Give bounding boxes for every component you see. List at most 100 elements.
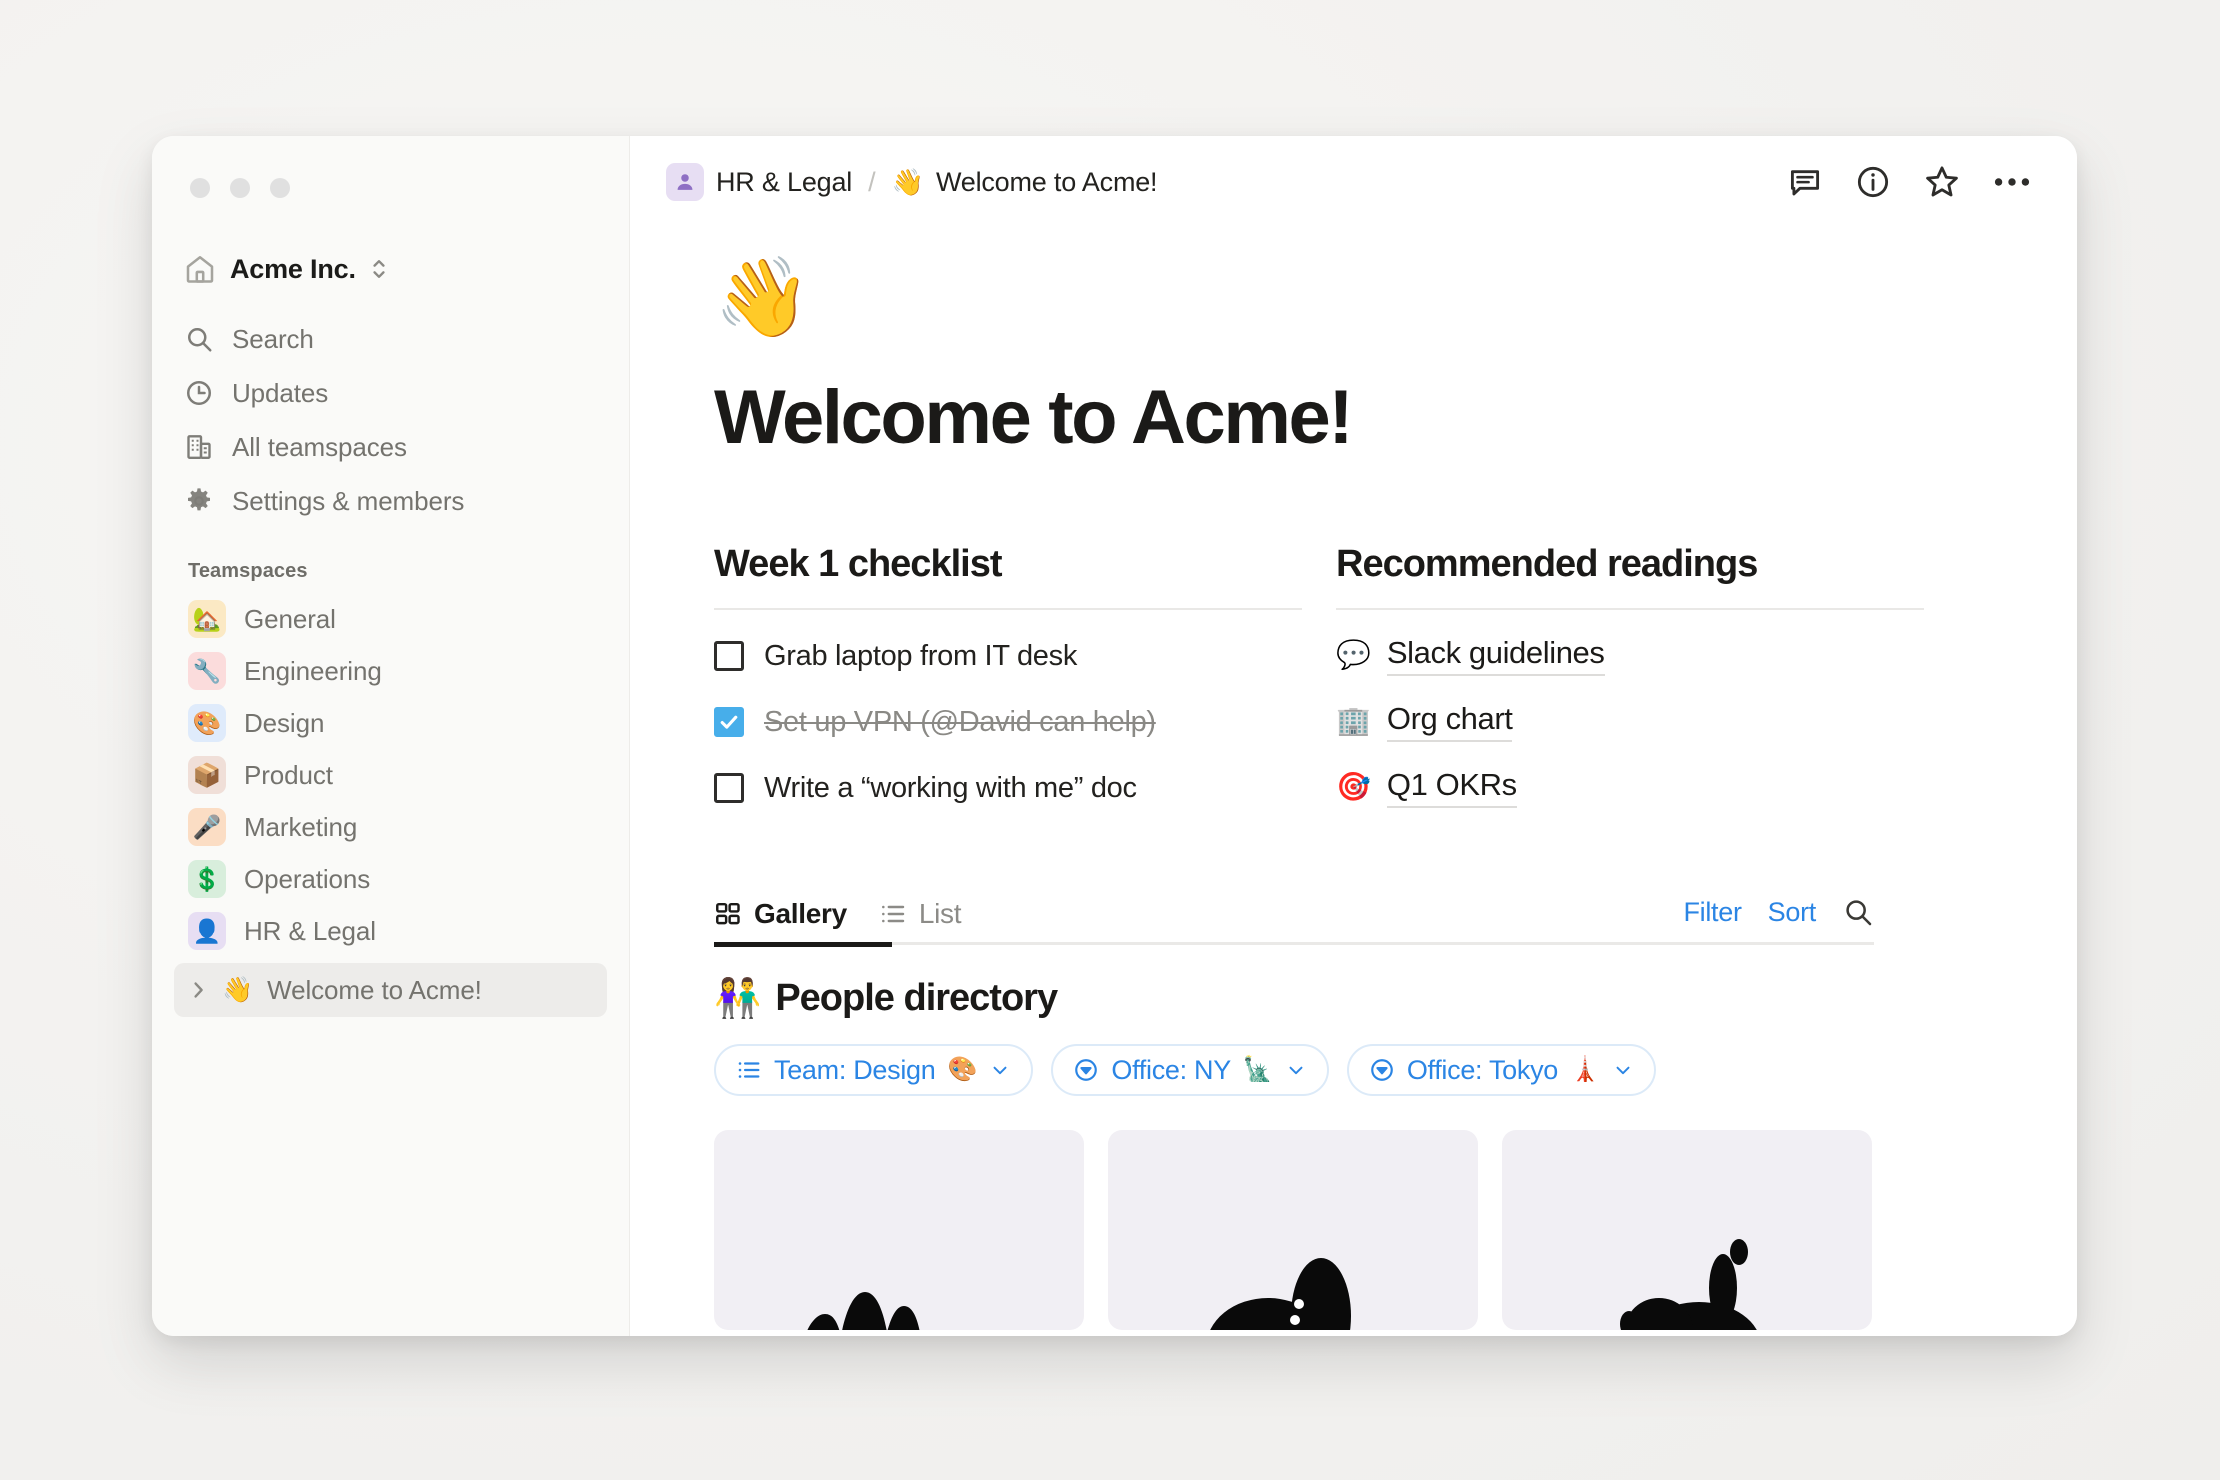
reading-link[interactable]: Q1 OKRs — [1386, 767, 1517, 808]
database-title: 👫 People directory — [714, 977, 2077, 1020]
gallery-card[interactable] — [714, 1130, 1084, 1330]
list-icon — [736, 1057, 762, 1083]
page-label: Welcome to Acme! — [267, 974, 482, 1005]
checklist-item-label: Write a “working with me” doc — [764, 771, 1137, 804]
filter-chip-label: Office: Tokyo — [1406, 1054, 1558, 1085]
sidebar-item-welcome-to-acme[interactable]: 👋 Welcome to Acme! — [174, 963, 607, 1017]
tab-gallery[interactable]: Gallery — [714, 898, 847, 930]
checkbox-unchecked[interactable] — [714, 773, 744, 803]
breadcrumb-parent[interactable]: HR & Legal — [716, 167, 852, 198]
person-icon — [666, 163, 704, 201]
tab-list[interactable]: List — [879, 898, 962, 930]
chevron-down-icon[interactable] — [1285, 1059, 1307, 1081]
sidebar-item-hr-legal[interactable]: 👤 HR & Legal — [152, 905, 629, 957]
reading-item[interactable]: 💬 Slack guidelines — [1336, 634, 1924, 676]
checklist-item[interactable]: Grab laptop from IT desk — [714, 636, 1302, 676]
reading-link[interactable]: Slack guidelines — [1386, 635, 1605, 676]
sidebar-item-label: All teamspaces — [232, 431, 407, 462]
breadcrumb-separator: / — [868, 166, 876, 197]
tab-label: Gallery — [754, 898, 847, 929]
sidebar-item-label: Settings & members — [232, 485, 465, 516]
sort-button[interactable]: Sort — [1768, 897, 1817, 928]
teamspace-emoji-icon: 📦 — [188, 756, 226, 794]
checklist-item[interactable]: Write a “working with me” doc — [714, 768, 1302, 808]
reading-link[interactable]: Org chart — [1386, 701, 1513, 742]
minimize-button[interactable] — [230, 178, 250, 198]
teamspace-label: Engineering — [244, 655, 382, 686]
window-traffic-lights — [152, 136, 629, 198]
sidebar-item-label: Search — [232, 323, 314, 354]
circle-caret-down-icon — [1369, 1057, 1395, 1083]
avatar-silhouette — [779, 1220, 1019, 1330]
avatar-silhouette — [1567, 1220, 1807, 1330]
readings-divider — [1336, 608, 1924, 610]
checklist-column: Week 1 checklist Grab laptop from IT des… — [714, 543, 1302, 808]
checklist-item-label: Grab laptop from IT desk — [764, 639, 1078, 672]
sidebar-item-search[interactable]: Search — [152, 312, 629, 366]
two-column-block: Week 1 checklist Grab laptop from IT des… — [714, 543, 2077, 808]
teamspace-label: Operations — [244, 863, 371, 894]
search-icon[interactable] — [1842, 896, 1874, 928]
sidebar-item-design[interactable]: 🎨 Design — [152, 697, 629, 749]
office-building-icon: 🏢 — [1336, 705, 1371, 736]
page-emoji-icon: 👋 — [714, 253, 812, 341]
star-icon[interactable] — [1923, 163, 1961, 201]
chevron-down-icon[interactable] — [989, 1059, 1011, 1081]
gallery-card[interactable] — [1108, 1130, 1478, 1330]
tab-label: List — [918, 898, 962, 929]
checklist-item[interactable]: Set up VPN (@David can help) — [714, 702, 1302, 742]
breadcrumb-current[interactable]: Welcome to Acme! — [936, 167, 1158, 198]
teamspace-emoji-icon: 🏡 — [188, 600, 226, 638]
sidebar-item-general[interactable]: 🏡 General — [152, 593, 629, 645]
gallery-card[interactable] — [1502, 1130, 1872, 1330]
avatar-silhouette — [1173, 1220, 1413, 1330]
teamspaces-section-label: Teamspaces — [188, 560, 308, 582]
filter-chip-office-ny[interactable]: Office: NY 🗽 — [1051, 1044, 1329, 1096]
filter-chip-team-design[interactable]: Team: Design 🎨 — [714, 1044, 1034, 1096]
more-options-icon[interactable] — [1993, 176, 2031, 188]
main-content: HR & Legal / 👋 Welcome to Acme! 👋 Welcom… — [630, 136, 2077, 1336]
active-tab-underline — [714, 942, 892, 947]
checkbox-checked[interactable] — [714, 707, 744, 737]
sidebar-item-marketing[interactable]: 🎤 Marketing — [152, 801, 629, 853]
teamspaces-list: 🏡 General 🔧 Engineering 🎨 Design 📦 Produ… — [152, 593, 629, 957]
info-icon[interactable] — [1855, 164, 1891, 200]
reading-item[interactable]: 🎯 Q1 OKRs — [1336, 766, 1924, 808]
building-icon — [184, 432, 214, 462]
database-actions: Filter Sort — [1683, 896, 1874, 942]
gear-icon — [184, 486, 214, 516]
tokyo-tower-icon: 🗼 — [1570, 1056, 1600, 1083]
speech-balloon-icon: 💬 — [1336, 639, 1371, 670]
reading-item[interactable]: 🏢 Org chart — [1336, 700, 1924, 742]
close-button[interactable] — [190, 178, 210, 198]
checklist-item-label: Set up VPN (@David can help) — [764, 705, 1156, 738]
sidebar-item-updates[interactable]: Updates — [152, 366, 629, 420]
sidebar-item-settings-members[interactable]: Settings & members — [152, 474, 629, 528]
workspace-switcher[interactable]: Acme Inc. — [184, 248, 629, 290]
teamspace-label: Design — [244, 707, 325, 738]
checkbox-unchecked[interactable] — [714, 641, 744, 671]
sidebar-item-all-teamspaces[interactable]: All teamspaces — [152, 420, 629, 474]
people-holding-hands-icon: 👫 — [714, 977, 762, 1020]
checklist-divider — [714, 608, 1302, 610]
comments-icon[interactable] — [1787, 164, 1823, 200]
sidebar-item-engineering[interactable]: 🔧 Engineering — [152, 645, 629, 697]
filter-chip-label: Office: NY — [1111, 1054, 1231, 1085]
filter-chip-label: Team: Design — [774, 1054, 936, 1085]
workspace-name: Acme Inc. — [230, 253, 356, 284]
page-emoji-icon: 👋 — [222, 975, 254, 1004]
gallery-cards — [714, 1130, 2077, 1330]
teamspace-emoji-icon: 🎨 — [188, 704, 226, 742]
home-icon — [184, 253, 216, 285]
filter-button[interactable]: Filter — [1683, 897, 1742, 928]
teamspace-emoji-icon: 🔧 — [188, 652, 226, 690]
teamspace-emoji-icon: 🎤 — [188, 808, 226, 846]
sidebar-item-operations[interactable]: 💲 Operations — [152, 853, 629, 905]
zoom-button[interactable] — [270, 178, 290, 198]
filter-chip-office-tokyo[interactable]: Office: Tokyo 🗼 — [1346, 1044, 1656, 1096]
chevron-up-down-icon[interactable] — [370, 256, 388, 282]
sidebar-item-product[interactable]: 📦 Product — [152, 749, 629, 801]
chevron-right-icon[interactable] — [188, 978, 208, 1002]
database-toolbar-divider — [714, 942, 1874, 947]
chevron-down-icon[interactable] — [1612, 1059, 1634, 1081]
